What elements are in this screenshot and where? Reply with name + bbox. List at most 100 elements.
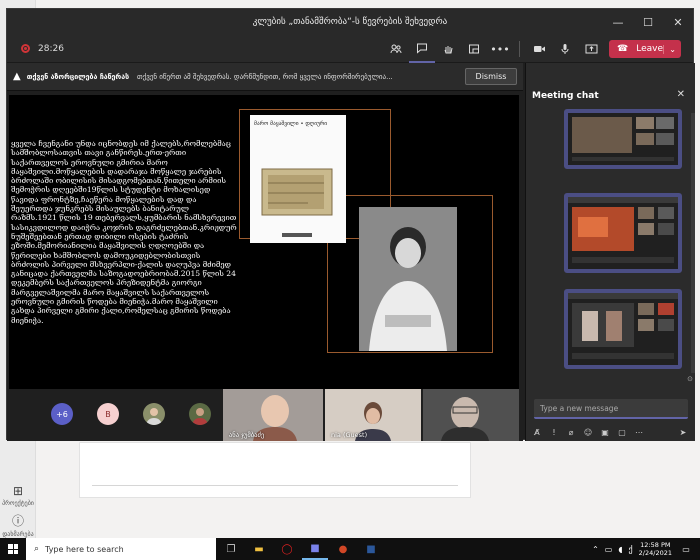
tray-overflow-icon[interactable]: ⌃: [592, 545, 599, 554]
background-nav-item[interactable]: ⓘ დახმარება: [0, 512, 36, 538]
notifications-icon[interactable]: ▭: [678, 538, 694, 560]
camera-button[interactable]: [526, 35, 552, 63]
send-icon[interactable]: ➤: [676, 425, 690, 439]
rooms-button[interactable]: [461, 35, 487, 63]
opera-browser-icon[interactable]: ◯: [274, 538, 300, 560]
search-icon: ⌕: [34, 544, 40, 554]
recording-icon: [21, 44, 30, 53]
maximize-button[interactable]: ☐: [633, 9, 663, 35]
sticker-icon[interactable]: ▢: [615, 425, 629, 439]
participant-video-tile[interactable]: [423, 389, 519, 441]
apps-icon: ⊞: [12, 484, 24, 498]
portrait-photo: [359, 207, 457, 351]
background-nav-label: დახმარება: [2, 531, 34, 538]
background-nav-label: პროექტები: [2, 500, 34, 507]
chat-button[interactable]: [409, 35, 435, 63]
chevron-down-icon[interactable]: ⌄: [663, 44, 676, 54]
emoji-icon[interactable]: ☺: [581, 425, 595, 439]
more-options-button[interactable]: •••: [487, 35, 513, 63]
participants-strip: +6 B ანა ჯუმბაძე nia (Guest): [7, 389, 523, 441]
raise-hand-icon: [444, 46, 453, 54]
task-view-icon[interactable]: ❐: [218, 538, 244, 560]
background-nav-item[interactable]: ⊞ პროექტები: [0, 484, 36, 507]
background-card: [79, 442, 471, 498]
toolbar-divider: [519, 41, 520, 57]
file-explorer-icon[interactable]: ▬: [246, 538, 272, 560]
recording-banner: ▲ თქვენ აზორცილება ჩაწერას თქვენ იწერთ ა…: [7, 63, 523, 91]
taskbar-clock[interactable]: 12:58 PM 2/24/2021: [639, 541, 672, 557]
background-divider: [92, 485, 458, 486]
chat-image-message[interactable]: [564, 289, 682, 369]
windows-taskbar: ⌕ Type here to search ❐ ▬ ◯ ■ ● ■ ⌃ ▭ ◖ …: [0, 538, 700, 560]
gif-icon[interactable]: ▣: [598, 425, 612, 439]
rooms-icon: [469, 44, 479, 54]
participant-video-tile[interactable]: ანა ჯუმბაძე: [223, 389, 323, 441]
chat-message-input[interactable]: Type a new message: [534, 399, 688, 419]
banner-title: თქვენ აზორცილება ჩაწერას: [26, 72, 130, 81]
teams-meeting-window: კლუბის „თანამშრობა“-ს წევრების შეხვედრა …: [6, 8, 695, 441]
chat-title: Meeting chat: [532, 91, 599, 101]
leave-button[interactable]: ☎ Leave ⌄: [609, 40, 681, 58]
more-icon: •••: [490, 42, 510, 56]
camera-icon: [533, 46, 545, 52]
format-icon[interactable]: A̸: [530, 425, 544, 439]
leave-label: Leave: [636, 44, 663, 54]
diary-image: [261, 168, 333, 216]
more-participants-avatar[interactable]: +6: [51, 403, 73, 425]
phone-hangup-icon: ☎: [617, 44, 629, 54]
teams-app-icon[interactable]: ■: [302, 538, 328, 560]
participant-avatar[interactable]: [143, 403, 165, 425]
clock-date: 2/24/2021: [638, 549, 672, 557]
dismiss-button[interactable]: Dismiss: [465, 68, 517, 85]
language-icon[interactable]: ქ: [629, 545, 633, 554]
participant-avatar[interactable]: B: [97, 403, 119, 425]
person-icon: [146, 408, 162, 425]
share-icon: [585, 44, 597, 54]
clock-time: 12:58 PM: [640, 541, 671, 549]
participant-avatar[interactable]: [189, 403, 211, 425]
participant-name: nia (Guest): [331, 431, 368, 439]
help-icon: ⓘ: [11, 514, 24, 528]
portrait-image: [359, 207, 457, 351]
background-page: [471, 442, 700, 538]
attach-icon[interactable]: ⌀: [564, 425, 578, 439]
screenshot-thumbnail: [568, 197, 678, 269]
start-button[interactable]: [0, 538, 26, 560]
volume-icon[interactable]: ◖: [618, 545, 622, 554]
close-icon[interactable]: ✕: [677, 89, 685, 100]
chat-image-message[interactable]: [564, 193, 682, 273]
screenshot-thumbnail: [568, 113, 678, 165]
book-cover-image: მარო მაყაშვილი • დღიური: [250, 115, 346, 243]
meeting-timer: 28:26: [38, 43, 64, 54]
meeting-toolbar: 28:26 ••• ☎ Leave ⌄: [7, 35, 693, 63]
chat-image-message[interactable]: [564, 109, 682, 169]
share-screen-button[interactable]: [578, 35, 604, 63]
scroll-down-icon[interactable]: ⊙: [687, 375, 693, 383]
banner-message: თქვენ იწერთ ამ შეხვედრას. დარწმუნდით, რო…: [137, 72, 393, 81]
taskbar-search[interactable]: ⌕ Type here to search: [26, 538, 216, 560]
people-icon: [390, 44, 402, 54]
important-icon[interactable]: !: [547, 425, 561, 439]
more-compose-icon[interactable]: ⋯: [632, 425, 646, 439]
participant-video-tile[interactable]: nia (Guest): [325, 389, 421, 441]
minimize-button[interactable]: —: [603, 9, 633, 35]
chat-scrollbar[interactable]: [691, 113, 695, 373]
powerpoint-app-icon[interactable]: ●: [330, 538, 356, 560]
participants-button[interactable]: [383, 35, 409, 63]
close-window-button[interactable]: ✕: [663, 9, 693, 35]
chat-icon: [417, 43, 427, 54]
slide-body-text: ყველა ჩვენგანი უნდა იცნობდეს იმ ქალებს,რ…: [11, 139, 237, 325]
reactions-button[interactable]: [435, 35, 461, 63]
participant-video: [423, 389, 519, 441]
word-app-icon[interactable]: ■: [358, 538, 384, 560]
chat-compose-tools: A̸ ! ⌀ ☺ ▣ ▢ ⋯ ➤: [530, 425, 690, 439]
participant-name: ანა ჯუმბაძე: [229, 431, 265, 439]
screenshot-thumbnail: [568, 293, 678, 365]
shared-presentation: ყველა ჩვენგანი უნდა იცნობდეს იმ ქალებს,რ…: [9, 95, 519, 389]
window-controls: — ☐ ✕: [603, 9, 693, 35]
book-publisher-mark: [282, 233, 312, 237]
microphone-button[interactable]: [552, 35, 578, 63]
book-title: მარო მაყაშვილი • დღიური: [254, 121, 328, 127]
windows-logo-icon: [8, 544, 18, 554]
network-icon[interactable]: ▭: [605, 545, 613, 554]
